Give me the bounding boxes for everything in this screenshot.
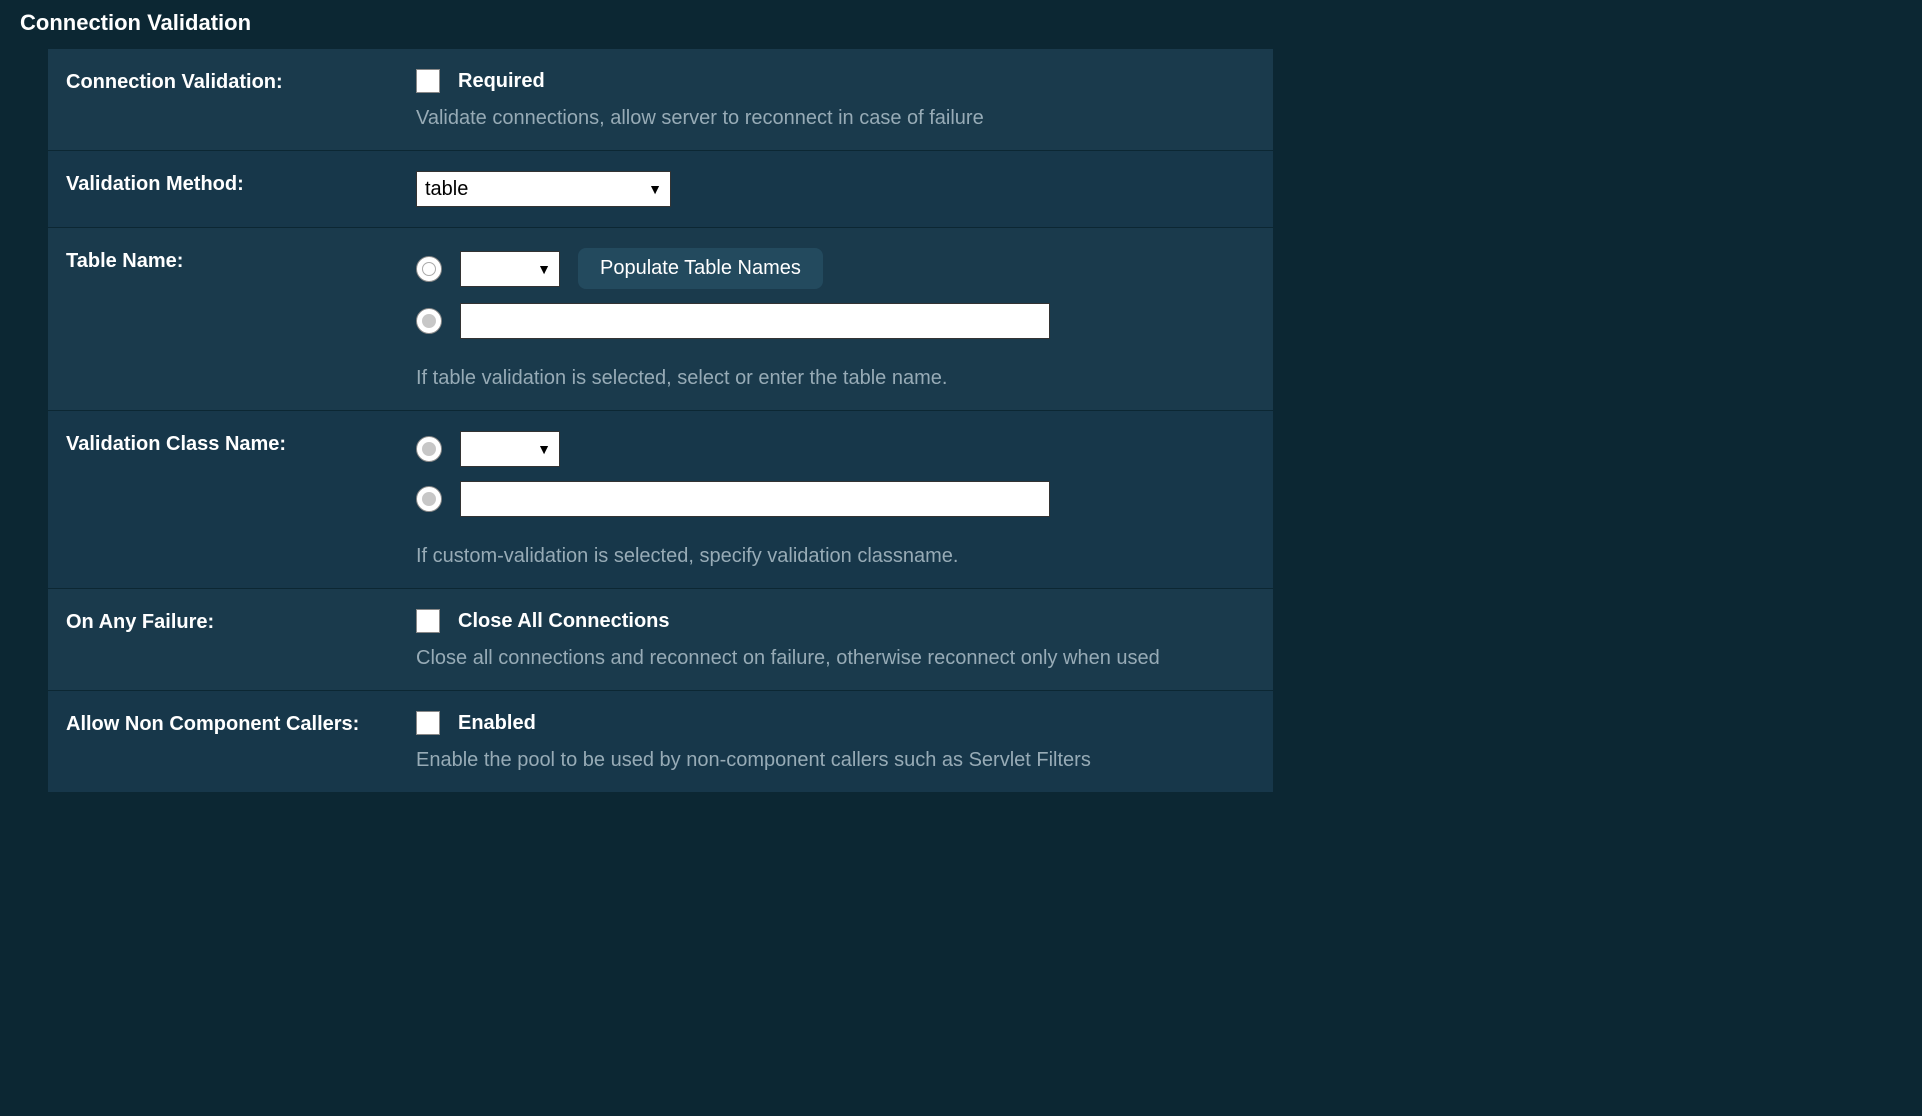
content-allow-non-component: Enabled Enable the pool to be used by no… <box>416 711 1255 772</box>
content-table-name: ▼ Populate Table Names If table validati… <box>416 248 1255 390</box>
hint-table-name: If table validation is selected, select … <box>416 367 1255 390</box>
label-validation-method: Validation Method: <box>66 171 416 196</box>
radio-table-name-text[interactable] <box>416 308 442 334</box>
input-validation-class-name[interactable] <box>460 481 1050 517</box>
select-validation-class-name[interactable]: ▼ <box>460 431 560 467</box>
content-connection-validation: Required Validate connections, allow ser… <box>416 69 1255 130</box>
radio-validation-class-select[interactable] <box>416 436 442 462</box>
checkbox-close-all-connections[interactable] <box>416 609 440 633</box>
chevron-down-icon: ▼ <box>537 261 551 277</box>
checkbox-label-enabled: Enabled <box>458 712 536 735</box>
select-table-name[interactable]: ▼ <box>460 251 560 287</box>
row-allow-non-component: Allow Non Component Callers: Enabled Ena… <box>48 691 1273 793</box>
section-title: Connection Validation <box>20 0 1902 44</box>
select-validation-method-value: table <box>425 178 468 201</box>
hint-on-any-failure: Close all connections and reconnect on f… <box>416 647 1255 670</box>
checkbox-label-close-all: Close All Connections <box>458 610 670 633</box>
row-table-name: Table Name: ▼ Populate Table Names If ta… <box>48 228 1273 411</box>
label-connection-validation: Connection Validation: <box>66 69 416 94</box>
populate-table-names-button[interactable]: Populate Table Names <box>578 248 823 289</box>
row-on-any-failure: On Any Failure: Close All Connections Cl… <box>48 589 1273 691</box>
row-validation-class-name: Validation Class Name: ▼ If custom-valid… <box>48 411 1273 589</box>
checkbox-connection-validation[interactable] <box>416 69 440 93</box>
label-on-any-failure: On Any Failure: <box>66 609 416 634</box>
input-table-name[interactable] <box>460 303 1050 339</box>
chevron-down-icon: ▼ <box>648 181 662 197</box>
content-validation-method: table ▼ <box>416 171 1255 207</box>
content-validation-class-name: ▼ If custom-validation is selected, spec… <box>416 431 1255 568</box>
label-table-name: Table Name: <box>66 248 416 273</box>
content-on-any-failure: Close All Connections Close all connecti… <box>416 609 1255 670</box>
radio-table-name-select[interactable] <box>416 256 442 282</box>
form-table: Connection Validation: Required Validate… <box>48 49 1273 793</box>
hint-connection-validation: Validate connections, allow server to re… <box>416 107 1255 130</box>
chevron-down-icon: ▼ <box>537 441 551 457</box>
radio-validation-class-text[interactable] <box>416 486 442 512</box>
label-validation-class-name: Validation Class Name: <box>66 431 416 456</box>
hint-allow-non-component: Enable the pool to be used by non-compon… <box>416 749 1255 772</box>
label-allow-non-component: Allow Non Component Callers: <box>66 711 416 736</box>
row-connection-validation: Connection Validation: Required Validate… <box>48 49 1273 151</box>
checkbox-label-required: Required <box>458 70 545 93</box>
select-validation-method[interactable]: table ▼ <box>416 171 671 207</box>
hint-validation-class-name: If custom-validation is selected, specif… <box>416 545 1255 568</box>
checkbox-allow-non-component[interactable] <box>416 711 440 735</box>
row-validation-method: Validation Method: table ▼ <box>48 151 1273 228</box>
